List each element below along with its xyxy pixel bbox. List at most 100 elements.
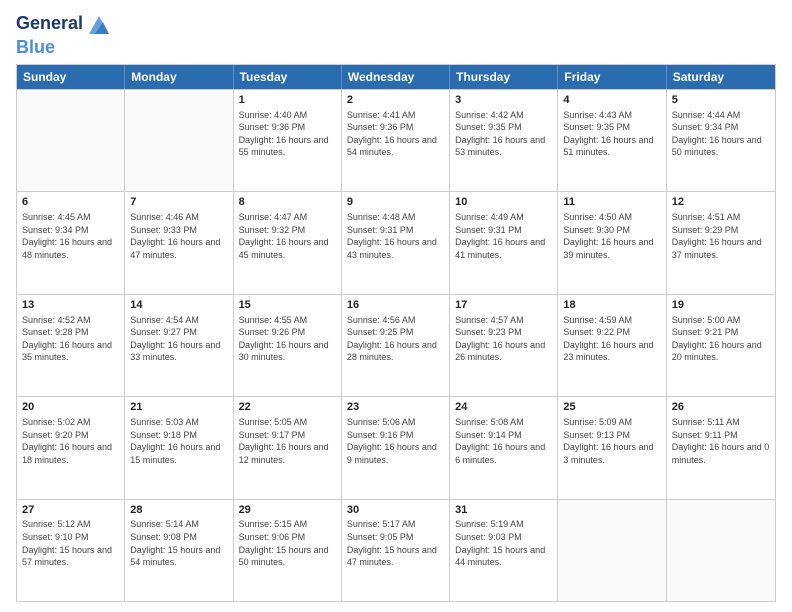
day-number: 3	[455, 93, 552, 108]
calendar-cell: 20Sunrise: 5:02 AM Sunset: 9:20 PM Dayli…	[17, 397, 125, 498]
cell-info: Sunrise: 5:15 AM Sunset: 9:06 PM Dayligh…	[239, 518, 336, 568]
calendar-cell: 5Sunrise: 4:44 AM Sunset: 9:34 PM Daylig…	[667, 90, 775, 191]
calendar-cell: 23Sunrise: 5:06 AM Sunset: 9:16 PM Dayli…	[342, 397, 450, 498]
cell-info: Sunrise: 4:44 AM Sunset: 9:34 PM Dayligh…	[672, 109, 770, 159]
calendar-cell: 22Sunrise: 5:05 AM Sunset: 9:17 PM Dayli…	[234, 397, 342, 498]
calendar-header-row: SundayMondayTuesdayWednesdayThursdayFrid…	[17, 65, 775, 89]
cell-info: Sunrise: 5:17 AM Sunset: 9:05 PM Dayligh…	[347, 518, 444, 568]
calendar-row: 13Sunrise: 4:52 AM Sunset: 9:28 PM Dayli…	[17, 294, 775, 396]
calendar-header-cell: Monday	[125, 65, 233, 89]
calendar-body: 1Sunrise: 4:40 AM Sunset: 9:36 PM Daylig…	[17, 89, 775, 601]
calendar-header-cell: Saturday	[667, 65, 775, 89]
calendar-cell: 13Sunrise: 4:52 AM Sunset: 9:28 PM Dayli…	[17, 295, 125, 396]
day-number: 21	[130, 400, 227, 415]
day-number: 26	[672, 400, 770, 415]
calendar-row: 6Sunrise: 4:45 AM Sunset: 9:34 PM Daylig…	[17, 191, 775, 293]
cell-info: Sunrise: 4:51 AM Sunset: 9:29 PM Dayligh…	[672, 211, 770, 261]
day-number: 23	[347, 400, 444, 415]
calendar-cell: 4Sunrise: 4:43 AM Sunset: 9:35 PM Daylig…	[558, 90, 666, 191]
calendar-row: 1Sunrise: 4:40 AM Sunset: 9:36 PM Daylig…	[17, 89, 775, 191]
day-number: 18	[563, 298, 660, 313]
calendar-cell: 10Sunrise: 4:49 AM Sunset: 9:31 PM Dayli…	[450, 192, 558, 293]
day-number: 20	[22, 400, 119, 415]
day-number: 28	[130, 503, 227, 518]
day-number: 7	[130, 195, 227, 210]
calendar-cell: 2Sunrise: 4:41 AM Sunset: 9:36 PM Daylig…	[342, 90, 450, 191]
calendar-cell	[125, 90, 233, 191]
day-number: 14	[130, 298, 227, 313]
day-number: 10	[455, 195, 552, 210]
day-number: 8	[239, 195, 336, 210]
calendar-row: 20Sunrise: 5:02 AM Sunset: 9:20 PM Dayli…	[17, 396, 775, 498]
day-number: 12	[672, 195, 770, 210]
calendar: SundayMondayTuesdayWednesdayThursdayFrid…	[16, 64, 776, 602]
logo: General Blue	[16, 10, 113, 58]
calendar-cell: 29Sunrise: 5:15 AM Sunset: 9:06 PM Dayli…	[234, 500, 342, 601]
calendar-cell: 11Sunrise: 4:50 AM Sunset: 9:30 PM Dayli…	[558, 192, 666, 293]
day-number: 30	[347, 503, 444, 518]
cell-info: Sunrise: 5:06 AM Sunset: 9:16 PM Dayligh…	[347, 416, 444, 466]
calendar-cell	[558, 500, 666, 601]
calendar-cell: 17Sunrise: 4:57 AM Sunset: 9:23 PM Dayli…	[450, 295, 558, 396]
calendar-cell: 31Sunrise: 5:19 AM Sunset: 9:03 PM Dayli…	[450, 500, 558, 601]
day-number: 2	[347, 93, 444, 108]
cell-info: Sunrise: 5:12 AM Sunset: 9:10 PM Dayligh…	[22, 518, 119, 568]
calendar-cell: 8Sunrise: 4:47 AM Sunset: 9:32 PM Daylig…	[234, 192, 342, 293]
cell-info: Sunrise: 5:14 AM Sunset: 9:08 PM Dayligh…	[130, 518, 227, 568]
calendar-cell: 6Sunrise: 4:45 AM Sunset: 9:34 PM Daylig…	[17, 192, 125, 293]
day-number: 17	[455, 298, 552, 313]
calendar-cell: 16Sunrise: 4:56 AM Sunset: 9:25 PM Dayli…	[342, 295, 450, 396]
cell-info: Sunrise: 4:55 AM Sunset: 9:26 PM Dayligh…	[239, 314, 336, 364]
cell-info: Sunrise: 4:41 AM Sunset: 9:36 PM Dayligh…	[347, 109, 444, 159]
cell-info: Sunrise: 5:05 AM Sunset: 9:17 PM Dayligh…	[239, 416, 336, 466]
calendar-cell	[17, 90, 125, 191]
day-number: 31	[455, 503, 552, 518]
cell-info: Sunrise: 5:09 AM Sunset: 9:13 PM Dayligh…	[563, 416, 660, 466]
cell-info: Sunrise: 4:57 AM Sunset: 9:23 PM Dayligh…	[455, 314, 552, 364]
calendar-cell: 15Sunrise: 4:55 AM Sunset: 9:26 PM Dayli…	[234, 295, 342, 396]
day-number: 25	[563, 400, 660, 415]
day-number: 29	[239, 503, 336, 518]
day-number: 5	[672, 93, 770, 108]
calendar-cell: 25Sunrise: 5:09 AM Sunset: 9:13 PM Dayli…	[558, 397, 666, 498]
day-number: 27	[22, 503, 119, 518]
calendar-cell	[667, 500, 775, 601]
cell-info: Sunrise: 5:03 AM Sunset: 9:18 PM Dayligh…	[130, 416, 227, 466]
day-number: 6	[22, 195, 119, 210]
day-number: 11	[563, 195, 660, 210]
calendar-cell: 12Sunrise: 4:51 AM Sunset: 9:29 PM Dayli…	[667, 192, 775, 293]
cell-info: Sunrise: 4:42 AM Sunset: 9:35 PM Dayligh…	[455, 109, 552, 159]
calendar-cell: 21Sunrise: 5:03 AM Sunset: 9:18 PM Dayli…	[125, 397, 233, 498]
calendar-cell: 1Sunrise: 4:40 AM Sunset: 9:36 PM Daylig…	[234, 90, 342, 191]
cell-info: Sunrise: 5:08 AM Sunset: 9:14 PM Dayligh…	[455, 416, 552, 466]
cell-info: Sunrise: 4:47 AM Sunset: 9:32 PM Dayligh…	[239, 211, 336, 261]
day-number: 22	[239, 400, 336, 415]
day-number: 15	[239, 298, 336, 313]
calendar-cell: 30Sunrise: 5:17 AM Sunset: 9:05 PM Dayli…	[342, 500, 450, 601]
day-number: 1	[239, 93, 336, 108]
cell-info: Sunrise: 4:54 AM Sunset: 9:27 PM Dayligh…	[130, 314, 227, 364]
calendar-header-cell: Sunday	[17, 65, 125, 89]
calendar-cell: 19Sunrise: 5:00 AM Sunset: 9:21 PM Dayli…	[667, 295, 775, 396]
day-number: 16	[347, 298, 444, 313]
page-header: General Blue	[16, 10, 776, 58]
calendar-cell: 3Sunrise: 4:42 AM Sunset: 9:35 PM Daylig…	[450, 90, 558, 191]
cell-info: Sunrise: 4:59 AM Sunset: 9:22 PM Dayligh…	[563, 314, 660, 364]
cell-info: Sunrise: 4:46 AM Sunset: 9:33 PM Dayligh…	[130, 211, 227, 261]
day-number: 9	[347, 195, 444, 210]
calendar-header-cell: Tuesday	[234, 65, 342, 89]
cell-info: Sunrise: 4:49 AM Sunset: 9:31 PM Dayligh…	[455, 211, 552, 261]
cell-info: Sunrise: 4:52 AM Sunset: 9:28 PM Dayligh…	[22, 314, 119, 364]
cell-info: Sunrise: 4:56 AM Sunset: 9:25 PM Dayligh…	[347, 314, 444, 364]
calendar-cell: 9Sunrise: 4:48 AM Sunset: 9:31 PM Daylig…	[342, 192, 450, 293]
calendar-row: 27Sunrise: 5:12 AM Sunset: 9:10 PM Dayli…	[17, 499, 775, 601]
calendar-header-cell: Friday	[558, 65, 666, 89]
cell-info: Sunrise: 4:48 AM Sunset: 9:31 PM Dayligh…	[347, 211, 444, 261]
calendar-cell: 7Sunrise: 4:46 AM Sunset: 9:33 PM Daylig…	[125, 192, 233, 293]
cell-info: Sunrise: 5:02 AM Sunset: 9:20 PM Dayligh…	[22, 416, 119, 466]
cell-info: Sunrise: 4:50 AM Sunset: 9:30 PM Dayligh…	[563, 211, 660, 261]
calendar-cell: 24Sunrise: 5:08 AM Sunset: 9:14 PM Dayli…	[450, 397, 558, 498]
calendar-cell: 27Sunrise: 5:12 AM Sunset: 9:10 PM Dayli…	[17, 500, 125, 601]
calendar-cell: 14Sunrise: 4:54 AM Sunset: 9:27 PM Dayli…	[125, 295, 233, 396]
cell-info: Sunrise: 4:43 AM Sunset: 9:35 PM Dayligh…	[563, 109, 660, 159]
